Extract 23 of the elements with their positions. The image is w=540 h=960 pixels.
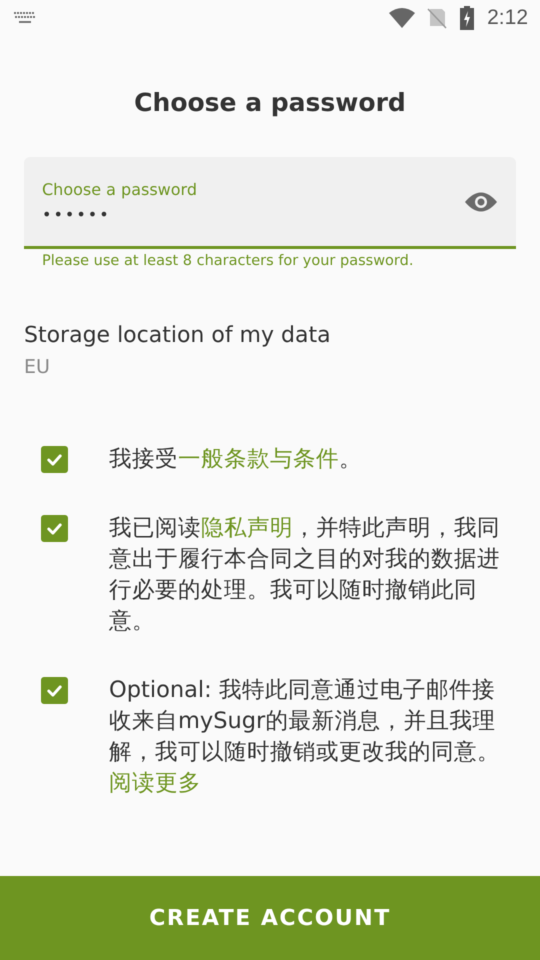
checkbox[interactable] [41, 677, 68, 704]
eye-icon[interactable] [464, 190, 498, 212]
create-account-button[interactable]: CREATE ACCOUNT [0, 876, 540, 960]
password-field[interactable]: Choose a password •••••• [24, 157, 516, 249]
checkbox[interactable] [41, 515, 68, 542]
keyboard-icon [14, 12, 36, 24]
consent-text: 我接受一般条款与条件。 [109, 445, 363, 474]
consent-link[interactable]: 一般条款与条件 [178, 446, 339, 472]
no-sim-icon [427, 7, 448, 29]
storage-label: Storage location of my data [24, 323, 332, 348]
clock-time: 2:12 [487, 6, 528, 30]
consent-text: 我已阅读隐私声明，并特此声明，我同意出于履行本合同之目的对我的数据进行必要的处理。我可以随时撤销此同意。 [109, 514, 501, 636]
page-title: Choose a password [133, 88, 407, 117]
storage-value: EU [24, 356, 51, 378]
wifi-icon [389, 7, 416, 29]
checkbox[interactable] [41, 446, 68, 473]
consent-text: Optional: 我特此同意通过电子邮件接收来自mySugr的最新消息，并且我理解，我可以随时撤销或更改我的同意。 阅读更多 [109, 676, 501, 798]
password-value: •••••• [42, 204, 112, 224]
consent-link[interactable]: 阅读更多 [109, 770, 201, 796]
consent-link[interactable]: 隐私声明 [201, 515, 293, 541]
helper-text: Please use at least 8 characters for your password. [42, 253, 414, 269]
battery-icon [459, 6, 476, 30]
field-label: Choose a password [42, 180, 198, 198]
